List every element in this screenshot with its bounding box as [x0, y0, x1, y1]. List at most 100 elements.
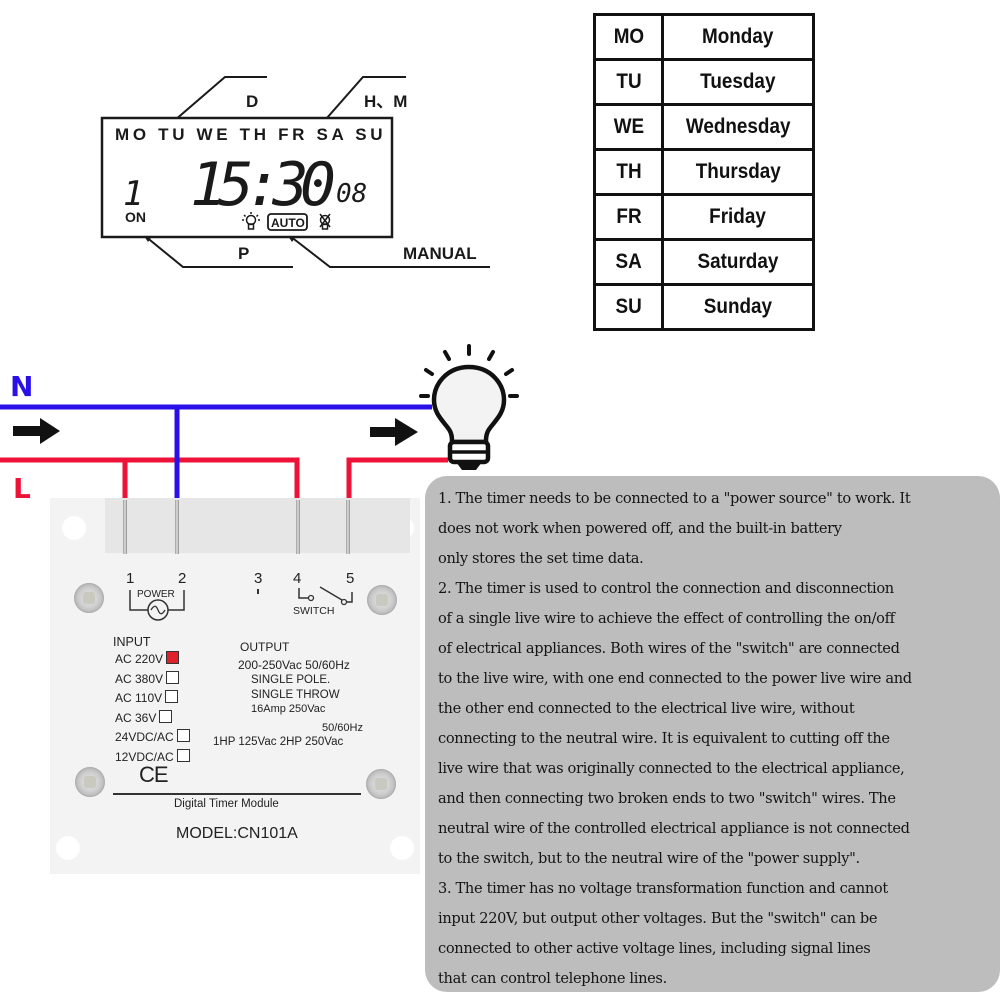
table-row: WE Wednesday [593, 103, 815, 151]
callout-line-program [144, 235, 293, 268]
input-voltage-option: AC 380V [115, 670, 190, 690]
lcd-display-diagram: D H、M P MANUAL MO TU WE TH FR SA SU 1 15… [100, 76, 490, 268]
terminal-pin-2[interactable] [175, 500, 179, 554]
auto-badge: AUTO [271, 216, 305, 230]
callout-label-hour-minute: H、M [364, 92, 407, 111]
input-voltage-checkbox[interactable] [176, 729, 190, 742]
input-voltage-label: AC 220V [115, 652, 164, 666]
input-voltage-option: AC 110V [115, 689, 190, 709]
note-line: that can control telephone lines. [438, 969, 667, 987]
note-line: 3. The timer has no voltage transformati… [438, 879, 888, 897]
day-name-cell: Saturday [661, 238, 815, 286]
wiring-notes-box: 1. The timer needs to be connected to a … [425, 476, 1000, 992]
table-row: SA Saturday [593, 238, 815, 286]
output-spec-horsepower: 1HP 125Vac 2HP 250Vac [213, 736, 344, 748]
day-abbr: WE [613, 115, 644, 138]
timer-module: 1 2 3 4 5 POWER SWITCH INPUT AC 220V AC … [50, 498, 420, 874]
terminal-number: 4 [293, 570, 302, 587]
callout-label-program: P [238, 244, 249, 263]
day-name: Tuesday [700, 70, 776, 93]
note-line: to the switch, but to the neutral wire o… [438, 849, 860, 867]
callout-label-day: D [246, 92, 258, 111]
day-abbr: SU [615, 295, 642, 318]
day-abbr: TH [615, 160, 642, 183]
terminal-block [105, 498, 410, 553]
input-voltage-option: 24VDC/AC [115, 728, 190, 748]
day-name-cell: Wednesday [661, 103, 815, 151]
mounting-hole [62, 516, 86, 540]
day-abbr: TU [615, 70, 642, 93]
day-abbr-cell: MO [593, 13, 664, 61]
day-name-cell: Sunday [661, 283, 815, 331]
terminal-pin-1[interactable] [123, 500, 127, 554]
day-name: Friday [709, 205, 767, 228]
mounting-hole [56, 836, 80, 860]
lcd-program-number: 1 [123, 174, 143, 214]
day-name-cell: Tuesday [661, 58, 815, 106]
input-voltage-option: AC 220V [115, 650, 190, 670]
day-name: Thursday [695, 160, 781, 183]
note-line: neutral wire of the controlled electrica… [438, 819, 910, 837]
switch-label: SWITCH [293, 605, 335, 617]
note-line: live wire that was originally connected … [438, 759, 905, 777]
input-voltage-checkbox[interactable] [165, 690, 179, 703]
mounting-hole [390, 836, 414, 860]
lcd-on-label: ON [125, 209, 146, 225]
screw [366, 769, 396, 799]
day-name-cell: Friday [661, 193, 815, 241]
day-name: Monday [702, 25, 774, 48]
input-voltage-checkbox[interactable] [166, 670, 180, 684]
note-line: the other end connected to the electrica… [438, 699, 855, 717]
input-voltage-checkbox[interactable] [159, 709, 173, 723]
note-line: to the live wire, with one end connected… [438, 669, 912, 687]
output-spec-throw: SINGLE THROW [251, 689, 340, 701]
screw [75, 767, 105, 797]
terminal-number: 5 [346, 570, 355, 587]
day-abbr-cell: SU [593, 283, 664, 331]
day-name: Sunday [703, 295, 773, 318]
terminal-number: 2 [178, 570, 187, 587]
input-voltage-label: AC 380V [115, 671, 164, 686]
note-line: of electrical appliances. Both wires of … [438, 639, 900, 657]
input-voltage-option: AC 36V [115, 709, 190, 729]
output-title: OUTPUT [240, 640, 290, 654]
terminal-pin-5[interactable] [346, 500, 350, 554]
day-abbr: SA [615, 250, 642, 273]
terminal-pin-4[interactable] [296, 500, 300, 554]
live-wire-main [0, 457, 300, 500]
output-spec-voltage: 200-250Vac 50/60Hz [238, 658, 350, 672]
screw [367, 585, 397, 615]
day-abbr-cell: SA [593, 238, 664, 286]
note-line: 2. The timer is used to control the conn… [438, 579, 894, 597]
input-voltage-label: AC 110V [115, 691, 163, 705]
note-line: 1. The timer needs to be connected to a … [438, 489, 911, 507]
ce-mark: CE [139, 762, 169, 787]
day-abbr: MO [613, 25, 644, 48]
input-voltage-checkbox[interactable] [176, 748, 190, 762]
output-spec-frequency: 50/60Hz [322, 722, 363, 734]
day-abbr: FR [615, 205, 642, 228]
note-line: of a single live wire to achieve the eff… [438, 609, 895, 627]
day-abbr-cell: FR [593, 193, 664, 241]
day-name: Saturday [697, 250, 779, 273]
note-line: does not work when powered off, and the … [438, 519, 842, 537]
input-voltage-label: AC 36V [115, 710, 157, 725]
table-row: TH Thursday [593, 148, 815, 196]
day-name-cell: Monday [661, 13, 815, 61]
input-voltage-label: 24VDC/AC [115, 730, 174, 744]
live-label: L [13, 472, 31, 505]
terminal-number: 1 [126, 570, 135, 587]
input-voltage-checkbox[interactable] [166, 651, 180, 664]
power-label: POWER [137, 589, 175, 600]
input-voltage-list: AC 220V AC 380V AC 110V AC 36V 24VDC/AC … [115, 650, 190, 767]
light-bulb-icon [419, 344, 519, 470]
day-abbr-cell: TH [593, 148, 664, 196]
model-number: MODEL:CN101A [176, 825, 298, 842]
output-spec-current: 16Amp 250Vac [251, 703, 326, 715]
day-name: Wednesday [685, 115, 791, 138]
divider [113, 793, 361, 795]
note-line: connecting to the neutral wire. It is eq… [438, 729, 890, 747]
note-line: only stores the set time data. [438, 549, 644, 567]
note-line: and then connecting two broken ends to t… [438, 789, 896, 807]
arrow-right-icon [370, 418, 418, 446]
